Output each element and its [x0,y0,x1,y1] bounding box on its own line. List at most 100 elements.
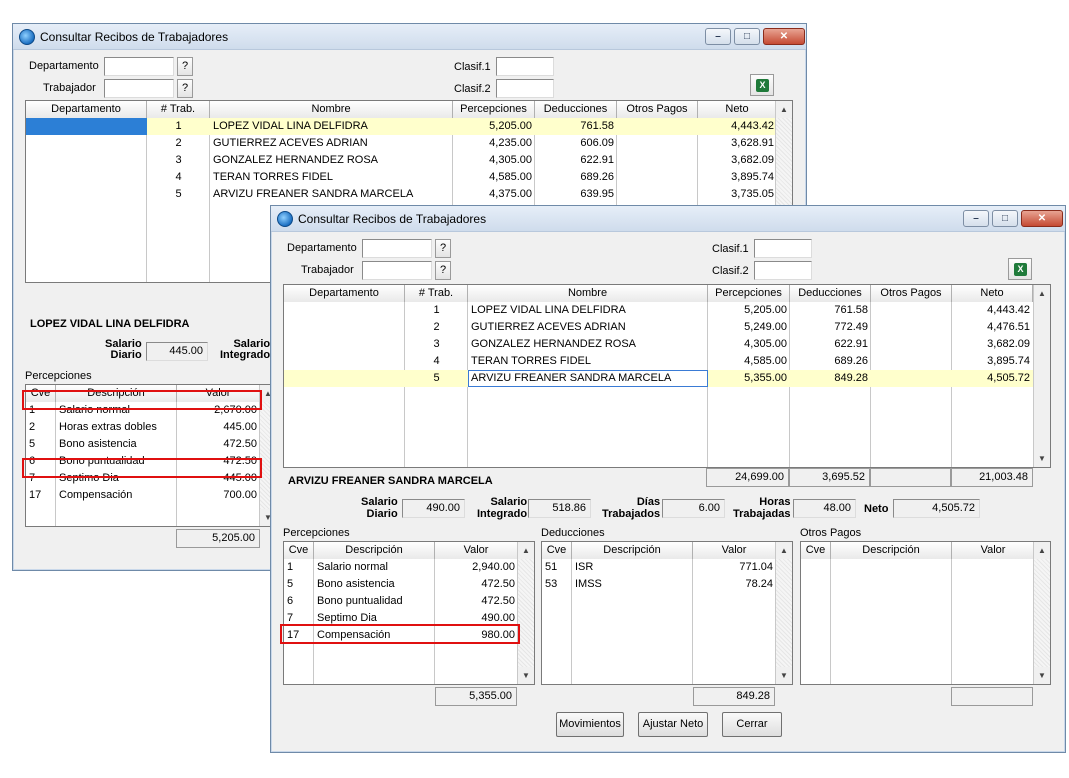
table-row[interactable]: 5 ARVIZU FREANER SANDRA MARCELA 4,375.00… [26,186,777,203]
close-button[interactable]: ✕ [763,28,805,45]
workers-grid-header: Departamento # Trab. Nombre Percepciones… [26,101,777,118]
back-titlebar[interactable]: Consultar Recibos de Trabajadores – □ ✕ [13,24,806,50]
col-neto[interactable]: Neto [952,285,1033,302]
col-neto[interactable]: Neto [698,101,777,118]
workers-grid[interactable]: Departamento # Trab. Nombre Percepciones… [283,284,1051,468]
excel-export-button[interactable]: X [1008,258,1032,280]
col-nombre[interactable]: Nombre [468,285,708,302]
list-item[interactable]: 6 Bono puntualidad 472.50 [284,593,518,610]
trabajador-input[interactable] [362,261,432,280]
col-departamento[interactable]: Departamento [284,285,405,302]
col-num[interactable]: # Trab. [147,101,210,118]
maximize-button[interactable]: □ [992,210,1018,227]
list-item[interactable]: 17 Compensación 700.00 [26,487,260,504]
app-globe-icon [277,211,293,227]
trabajador-label: Trabajador [301,264,354,276]
list-item[interactable]: 5 Bono asistencia 472.50 [284,576,518,593]
total-otros-pagos [870,468,951,487]
excel-icon: X [1014,263,1027,276]
clasif1-label: Clasif.1 [454,61,491,73]
trabajador-lookup-button[interactable]: ? [177,79,193,98]
list-item[interactable]: 5 Bono asistencia 472.50 [26,436,260,453]
col-valor[interactable]: Valor [952,542,1035,559]
scroll-up-icon[interactable]: ▲ [1034,542,1050,559]
table-row[interactable]: 1 LOPEZ VIDAL LINA DELFIDRA 5,205.00 761… [26,118,777,135]
scroll-down-icon[interactable]: ▼ [776,667,792,684]
table-row[interactable]: 3 GONZALEZ HERNANDEZ ROSA 4,305.00 622.9… [284,336,1033,353]
scroll-up-icon[interactable]: ▲ [518,542,534,559]
scroll-down-icon[interactable]: ▼ [1034,450,1050,467]
list-item[interactable]: 2 Horas extras dobles 445.00 [26,419,260,436]
clasif1-input[interactable] [496,57,554,76]
table-row[interactable]: 2 GUTIERREZ ACEVES ADRIAN 4,235.00 606.0… [26,135,777,152]
front-window: Consultar Recibos de Trabajadores – □ ✕ … [270,205,1066,753]
col-descripcion[interactable]: Descripción [572,542,693,559]
horas-trabajadas-label: Horas Trabajadas [733,496,791,520]
cerrar-button[interactable]: Cerrar [722,712,782,737]
employee-name: ARVIZU FREANER SANDRA MARCELA [288,475,493,487]
table-row[interactable]: 4 TERAN TORRES FIDEL 4,585.00 689.26 3,8… [284,353,1033,370]
minimize-button[interactable]: – [705,28,731,45]
deducciones-grid[interactable]: Cve Descripción Valor 51 ISR 771.04 53 I… [541,541,793,685]
col-percepciones[interactable]: Percepciones [708,285,790,302]
trabajador-lookup-button[interactable]: ? [435,261,451,280]
movimientos-button[interactable]: Movimientos [556,712,624,737]
table-row[interactable]: 2 GUTIERREZ ACEVES ADRIAN 5,249.00 772.4… [284,319,1033,336]
scroll-down-icon[interactable]: ▼ [518,667,534,684]
table-row-selected[interactable]: 5 ARVIZU FREANER SANDRA MARCELA 5,355.00… [284,370,1033,387]
clasif2-input[interactable] [754,261,812,280]
col-departamento[interactable]: Departamento [26,101,147,118]
horas-trabajadas-value: 48.00 [793,499,856,518]
ajustar-neto-button[interactable]: Ajustar Neto [638,712,708,737]
col-cve[interactable]: Cve [542,542,572,559]
list-item[interactable]: 1 Salario normal 2,940.00 [284,559,518,576]
col-valor[interactable]: Valor [693,542,776,559]
list-item[interactable]: 53 IMSS 78.24 [542,576,776,593]
dias-trabajados-value: 6.00 [662,499,725,518]
scroll-up-icon[interactable]: ▲ [776,101,792,118]
scroll-down-icon[interactable]: ▼ [1034,667,1050,684]
window-title: Consultar Recibos de Trabajadores [298,212,487,226]
workers-grid-scrollbar[interactable]: ▲ ▼ [1033,285,1050,467]
departamento-lookup-button[interactable]: ? [435,239,451,258]
clasif1-input[interactable] [754,239,812,258]
maximize-button[interactable]: □ [734,28,760,45]
col-cve[interactable]: Cve [801,542,831,559]
departamento-input[interactable] [104,57,174,76]
col-valor[interactable]: Valor [435,542,518,559]
col-otros-pagos[interactable]: Otros Pagos [617,101,698,118]
scroll-up-icon[interactable]: ▲ [776,542,792,559]
table-row[interactable]: 3 GONZALEZ HERNANDEZ ROSA 4,305.00 622.9… [26,152,777,169]
trabajador-input[interactable] [104,79,174,98]
table-row[interactable]: 1 LOPEZ VIDAL LINA DELFIDRA 5,205.00 761… [284,302,1033,319]
highlight-horas-extras [22,390,262,410]
excel-export-button[interactable]: X [750,74,774,96]
departamento-label: Departamento [287,242,357,254]
col-nombre[interactable]: Nombre [210,101,453,118]
departamento-input[interactable] [362,239,432,258]
otros-pagos-scrollbar[interactable]: ▲ ▼ [1033,542,1050,684]
list-item[interactable]: 51 ISR 771.04 [542,559,776,576]
col-num[interactable]: # Trab. [405,285,468,302]
front-titlebar[interactable]: Consultar Recibos de Trabajadores – □ ✕ [271,206,1065,232]
workers-grid-header: Departamento # Trab. Nombre Percepciones… [284,285,1033,302]
deducciones-label: Deducciones [541,527,605,539]
close-button[interactable]: ✕ [1021,210,1063,227]
departamento-label: Departamento [29,60,99,72]
col-deducciones[interactable]: Deducciones [790,285,871,302]
percepciones-grid[interactable]: Cve Descripción Valor 1 Salario normal 2… [283,541,535,685]
clasif2-input[interactable] [496,79,554,98]
departamento-lookup-button[interactable]: ? [177,57,193,76]
deducciones-scrollbar[interactable]: ▲ ▼ [775,542,792,684]
col-descripcion[interactable]: Descripción [314,542,435,559]
col-deducciones[interactable]: Deducciones [535,101,617,118]
scroll-up-icon[interactable]: ▲ [1034,285,1050,302]
percepciones-scrollbar[interactable]: ▲ ▼ [517,542,534,684]
col-otros-pagos[interactable]: Otros Pagos [871,285,952,302]
otros-pagos-grid[interactable]: Cve Descripción Valor ▲ ▼ [800,541,1051,685]
col-descripcion[interactable]: Descripción [831,542,952,559]
col-percepciones[interactable]: Percepciones [453,101,535,118]
col-cve[interactable]: Cve [284,542,314,559]
table-row[interactable]: 4 TERAN TORRES FIDEL 4,585.00 689.26 3,8… [26,169,777,186]
minimize-button[interactable]: – [963,210,989,227]
